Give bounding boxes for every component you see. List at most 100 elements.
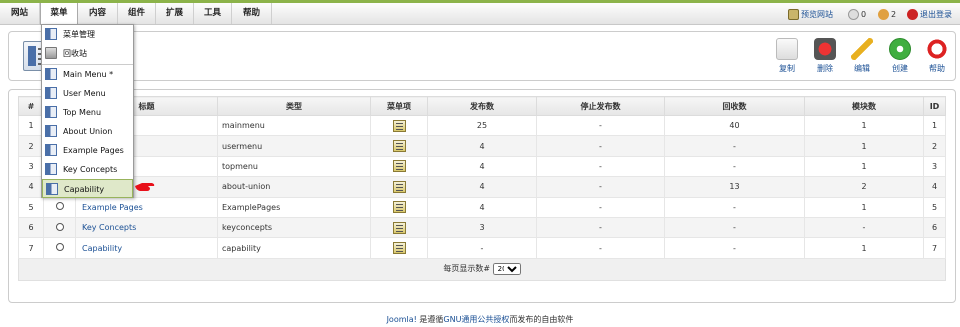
lifebuoy-icon <box>926 38 948 60</box>
menu-items-icon[interactable] <box>392 242 406 255</box>
col-published[interactable]: 发布数 <box>427 96 537 116</box>
table-row: 7 Capability capability - - - 1 7 <box>18 237 946 259</box>
footer-text-2: 而发布的自由软件 <box>509 315 574 324</box>
row-modules: 1 <box>804 196 924 218</box>
row-id: 7 <box>923 237 946 259</box>
messages-status[interactable]: 0 <box>848 6 866 24</box>
menu-extensions[interactable]: 扩展 <box>156 3 194 24</box>
main-menubar: 网站 菜单 内容 组件 扩展 工具 帮助 预览网站 0 2 退出登录 <box>0 3 960 25</box>
menu-items-icon[interactable] <box>392 221 406 234</box>
new-button[interactable]: 创建 <box>880 38 920 74</box>
envelope-icon <box>848 9 859 20</box>
row-num: 5 <box>18 196 44 218</box>
copy-label: 复制 <box>779 64 795 73</box>
row-modules: - <box>804 216 924 239</box>
preview-site-link[interactable]: 预览网站 <box>788 6 833 24</box>
per-page-label: 每页显示数# <box>443 264 491 274</box>
menu-items-icon[interactable] <box>392 201 406 214</box>
row-published: 4 <box>427 155 537 178</box>
users-status[interactable]: 2 <box>878 6 896 24</box>
row-published: 3 <box>427 216 537 239</box>
dropdown-item-key-concepts[interactable]: Key Concepts <box>42 160 133 179</box>
dropdown-label: Capability <box>64 185 105 194</box>
dropdown-item-top-menu[interactable]: Top Menu <box>42 103 133 122</box>
row-trashed: 40 <box>664 114 805 137</box>
copy-icon <box>776 38 798 60</box>
edit-button[interactable]: 编辑 <box>842 38 882 74</box>
col-num[interactable]: # <box>18 96 44 116</box>
edit-label: 编辑 <box>854 64 870 73</box>
table-row: 5 Example Pages ExamplePages 4 - - 1 5 <box>18 196 946 218</box>
menu-list-panel: # 标题 类型 菜单项 发布数 停止发布数 回收数 模块数 ID 1 mainm… <box>8 89 956 303</box>
row-published: 25 <box>427 114 537 137</box>
per-page-select[interactable]: 20 <box>492 263 521 276</box>
table-row: 6 Key Concepts keyconcepts 3 - - - 6 <box>18 216 946 239</box>
menu-icon <box>45 106 57 118</box>
menu-site[interactable]: 网站 <box>0 3 40 24</box>
menu-tools[interactable]: 工具 <box>194 3 232 24</box>
row-unpublished: - <box>536 176 665 198</box>
row-title-cell: Capability <box>75 237 218 259</box>
delete-button[interactable]: 删除 <box>805 38 845 74</box>
dropdown-label: User Menu <box>63 89 106 98</box>
row-num: 4 <box>18 176 44 198</box>
row-modules: 1 <box>804 237 924 259</box>
dropdown-item-user-menu[interactable]: User Menu <box>42 84 133 103</box>
dropdown-label: Top Menu <box>63 108 102 117</box>
col-unpublished[interactable]: 停止发布数 <box>536 96 665 116</box>
delete-label: 删除 <box>817 64 833 73</box>
menu-menus[interactable]: 菜单 <box>40 3 78 25</box>
pagination-row: 每页显示数# 20 <box>18 257 946 281</box>
dropdown-item-menu-manager[interactable]: 菜单管理 <box>42 25 133 44</box>
menu-icon <box>45 68 57 80</box>
dropdown-label: 回收站 <box>63 49 87 58</box>
dropdown-item-about-union[interactable]: About Union <box>42 122 133 141</box>
col-modules[interactable]: 模块数 <box>804 96 924 116</box>
row-unpublished: - <box>536 237 665 259</box>
dropdown-item-main-menu[interactable]: Main Menu * <box>42 65 133 84</box>
menu-content[interactable]: 内容 <box>78 3 118 24</box>
copy-button[interactable]: 复制 <box>767 38 807 74</box>
row-num: 6 <box>18 216 44 239</box>
row-published: 4 <box>427 176 537 198</box>
logout-link[interactable]: 退出登录 <box>907 6 952 24</box>
gnu-license-link[interactable]: GNU通用公共授权 <box>443 315 509 324</box>
menu-items-icon[interactable] <box>392 180 406 193</box>
col-id[interactable]: ID <box>923 96 946 116</box>
dropdown-item-example-pages[interactable]: Example Pages <box>42 141 133 160</box>
menu-items-icon[interactable] <box>392 119 406 132</box>
logout-icon <box>907 9 918 20</box>
row-unpublished: - <box>536 196 665 218</box>
col-trashed[interactable]: 回收数 <box>664 96 805 116</box>
menu-items-icon[interactable] <box>392 140 406 153</box>
row-radio[interactable] <box>55 222 64 231</box>
logout-label[interactable]: 退出登录 <box>920 10 952 19</box>
row-title-link[interactable]: Capability <box>82 244 122 253</box>
col-type[interactable]: 类型 <box>217 96 371 116</box>
col-menu-items[interactable]: 菜单项 <box>370 96 428 116</box>
row-title-link[interactable]: Example Pages <box>82 203 143 212</box>
joomla-link[interactable]: Joomla! <box>387 315 417 324</box>
dropdown-item-trash[interactable]: 回收站 <box>42 44 133 63</box>
row-title-link[interactable]: Key Concepts <box>82 223 136 232</box>
row-radio[interactable] <box>55 202 64 211</box>
dropdown-item-capability[interactable]: Capability <box>42 179 133 198</box>
preview-label[interactable]: 预览网站 <box>801 10 833 19</box>
row-menu-items-cell <box>370 135 428 157</box>
table-row: 2 usermenu 4 - - 1 2 <box>18 135 946 157</box>
menu-items-icon[interactable] <box>392 160 406 173</box>
pointing-hand-icon <box>135 183 155 191</box>
footer: Joomla! 是遵循GNU通用公共授权而发布的自由软件 <box>0 314 960 325</box>
row-modules: 1 <box>804 135 924 157</box>
row-modules: 1 <box>804 155 924 178</box>
help-button[interactable]: 帮助 <box>917 38 957 74</box>
menu-components[interactable]: 组件 <box>118 3 156 24</box>
row-menu-items-cell <box>370 176 428 198</box>
row-radio[interactable] <box>55 243 64 252</box>
row-type: keyconcepts <box>217 216 371 239</box>
row-num: 1 <box>18 114 44 137</box>
menu-help[interactable]: 帮助 <box>232 3 272 24</box>
row-select-cell <box>43 237 76 259</box>
pagination-cell: 每页显示数# 20 <box>18 257 946 281</box>
row-trashed: - <box>664 196 805 218</box>
